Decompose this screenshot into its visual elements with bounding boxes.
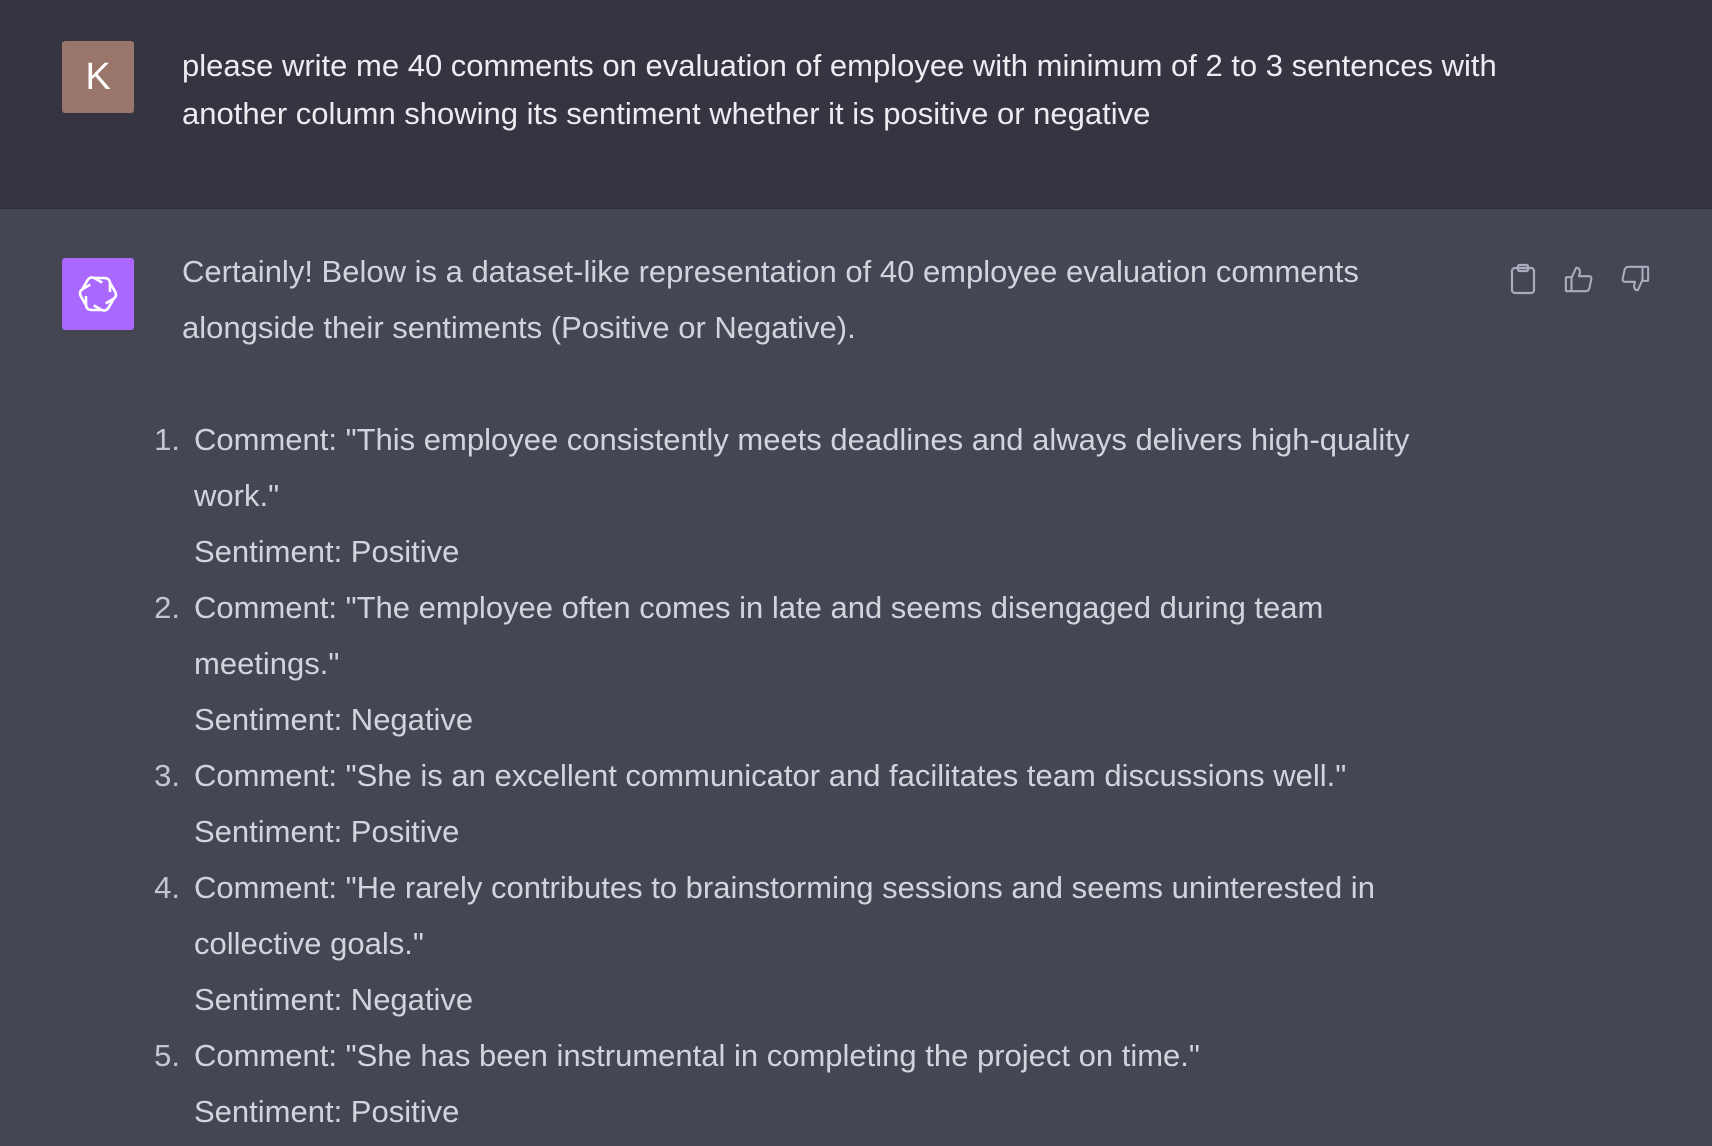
list-item-comment: Comment: "This employee consistently mee… bbox=[194, 422, 1410, 513]
list-item-sentiment: Sentiment: Positive bbox=[194, 534, 460, 569]
list-item: 3. Comment: "She is an excellent communi… bbox=[140, 748, 1460, 860]
user-message-text: please write me 40 comments on evaluatio… bbox=[182, 48, 1497, 131]
list-item-sentiment: Sentiment: Negative bbox=[194, 702, 474, 737]
message-actions bbox=[1508, 262, 1650, 296]
list-item-comment: Comment: "She is an excellent communicat… bbox=[194, 758, 1347, 793]
copy-button[interactable] bbox=[1508, 262, 1538, 296]
assistant-message-row: Certainly! Below is a dataset-like repre… bbox=[0, 210, 1712, 1146]
list-item-number: 5. bbox=[154, 1038, 180, 1073]
list-item-comment: Comment: "She has been instrumental in c… bbox=[194, 1038, 1200, 1073]
list-item: 2. Comment: "The employee often comes in… bbox=[140, 580, 1460, 748]
list-item: 1. Comment: "This employee consistently … bbox=[140, 412, 1460, 580]
openai-logo-icon bbox=[78, 276, 118, 312]
user-avatar: K bbox=[62, 41, 134, 113]
thumbs-up-button[interactable] bbox=[1564, 262, 1594, 296]
user-message-row: K please write me 40 comments on evaluat… bbox=[0, 0, 1712, 209]
list-item-number: 4. bbox=[154, 870, 180, 905]
list-item-comment: Comment: "The employee often comes in la… bbox=[194, 590, 1324, 681]
thumbs-down-button[interactable] bbox=[1620, 262, 1650, 296]
clipboard-icon bbox=[1510, 263, 1536, 295]
list-item-sentiment: Sentiment: Positive bbox=[194, 1094, 460, 1129]
list-item-comment: Comment: "He rarely contributes to brain… bbox=[194, 870, 1375, 961]
evaluation-list: 1. Comment: "This employee consistently … bbox=[140, 412, 1460, 1140]
list-item-sentiment: Sentiment: Positive bbox=[194, 814, 460, 849]
user-avatar-letter: K bbox=[85, 55, 111, 98]
list-item: 5. Comment: "She has been instrumental i… bbox=[140, 1028, 1460, 1140]
assistant-intro-text: Certainly! Below is a dataset-like repre… bbox=[182, 254, 1359, 345]
assistant-avatar bbox=[62, 258, 134, 330]
list-item-number: 1. bbox=[154, 422, 180, 457]
thumbs-down-icon bbox=[1621, 265, 1650, 292]
list-item-number: 3. bbox=[154, 758, 180, 793]
list-item: 4. Comment: "He rarely contributes to br… bbox=[140, 860, 1460, 1028]
thumbs-up-icon bbox=[1564, 266, 1593, 293]
list-item-number: 2. bbox=[154, 590, 180, 625]
list-item-sentiment: Sentiment: Negative bbox=[194, 982, 474, 1017]
